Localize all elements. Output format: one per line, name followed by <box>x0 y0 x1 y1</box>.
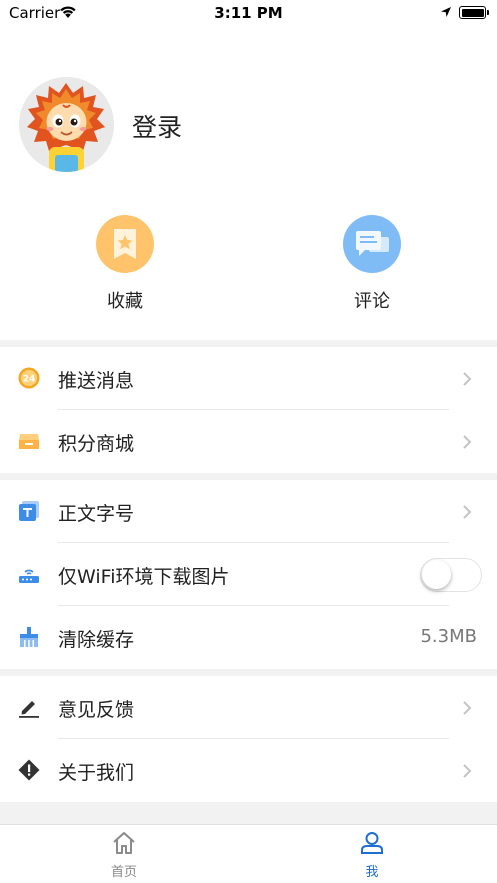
wifi-only-toggle[interactable] <box>420 558 482 592</box>
comments-label: 评论 <box>354 291 390 312</box>
menu-item-points-store[interactable]: 积分商城 <box>0 410 497 473</box>
tab-me[interactable]: 我 <box>332 831 412 880</box>
menu-item-about-us[interactable]: 关于我们 <box>0 739 497 802</box>
bookmark-star-icon <box>96 215 154 273</box>
menu-item-feedback[interactable]: 意见反馈 <box>0 676 497 739</box>
menu-item-wifi-only-images: 仅WiFi环境下载图片 <box>0 543 497 606</box>
pencil-icon <box>19 701 39 718</box>
lion-mascot-icon <box>19 77 114 172</box>
cache-size-value: 5.3MB <box>420 626 477 647</box>
menu-item-font-size[interactable]: 正文字号 <box>0 480 497 543</box>
tab-me-label: 我 <box>365 865 379 880</box>
menu-item-push-messages[interactable]: 24 推送消息 <box>0 347 497 410</box>
menu-item-label: 推送消息 <box>58 370 135 392</box>
chevron-right-icon <box>463 435 472 449</box>
section-divider <box>0 669 497 676</box>
section-divider <box>0 473 497 480</box>
chevron-right-icon <box>463 764 472 778</box>
info-diamond-icon <box>18 759 40 781</box>
profile-header[interactable]: 登录 <box>0 70 497 180</box>
menu-item-label: 正文字号 <box>58 503 135 525</box>
login-label[interactable]: 登录 <box>132 108 182 144</box>
bottom-spacer <box>0 802 497 824</box>
toggle-knob <box>422 560 451 589</box>
clock: 3:11 PM <box>214 4 283 22</box>
tab-home[interactable]: 首页 <box>84 831 164 880</box>
user-icon <box>361 832 383 854</box>
text-size-icon <box>19 501 39 521</box>
push-24-icon: 24 <box>18 367 40 389</box>
location-arrow-icon <box>441 7 451 17</box>
home-icon <box>113 832 135 854</box>
menu-item-label: 清除缓存 <box>58 629 135 651</box>
router-icon <box>19 569 39 583</box>
chevron-right-icon <box>463 701 472 715</box>
avatar[interactable] <box>19 77 114 172</box>
menu-item-label: 仅WiFi环境下载图片 <box>58 566 230 588</box>
favorites-label: 收藏 <box>107 291 143 312</box>
menu-item-label: 意见反馈 <box>58 699 135 721</box>
quick-actions: 收藏 评论 <box>0 215 497 315</box>
battery-tip <box>487 10 489 15</box>
comments-button[interactable]: 评论 <box>312 215 432 313</box>
svg-text:24: 24 <box>23 375 36 385</box>
broom-icon <box>20 627 38 647</box>
battery-icon <box>459 6 486 19</box>
tab-bar: 首页 我 <box>0 824 497 883</box>
chat-bubbles-icon <box>343 215 401 273</box>
favorites-button[interactable]: 收藏 <box>65 215 185 313</box>
chevron-right-icon <box>463 372 472 386</box>
chevron-right-icon <box>463 505 472 519</box>
status-bar: Carrier 3:11 PM <box>0 0 497 26</box>
menu-item-label: 积分商城 <box>58 433 135 455</box>
store-icon <box>19 434 39 449</box>
menu-item-clear-cache[interactable]: 清除缓存 5.3MB <box>0 606 497 669</box>
section-divider <box>0 340 497 347</box>
menu-item-label: 关于我们 <box>58 762 135 784</box>
tab-home-label: 首页 <box>110 865 137 880</box>
